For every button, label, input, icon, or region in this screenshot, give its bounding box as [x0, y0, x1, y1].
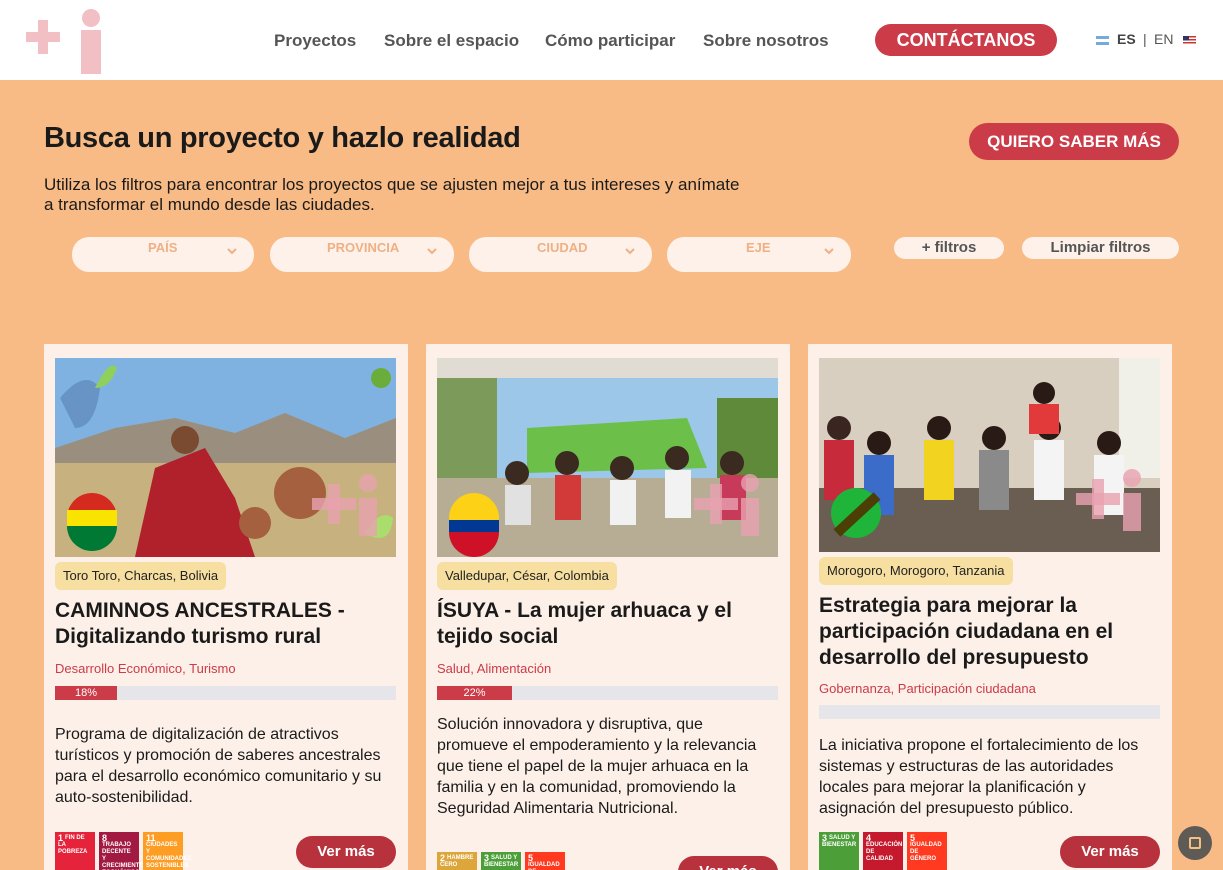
- project-tags: Salud, Alimentación: [437, 661, 552, 676]
- hero-description: Utiliza los filtros para encontrar los p…: [44, 175, 740, 214]
- ods-11-icon: 11 CIUDADES Y COMUNIDADES SOSTENIBLES: [143, 832, 191, 870]
- location-chip: Valledupar, César, Colombia: [437, 562, 617, 590]
- argentina-flag-icon[interactable]: [1096, 36, 1109, 45]
- chat-widget-button[interactable]: [1178, 826, 1212, 860]
- filter-ciudad[interactable]: CIUDAD: [469, 237, 652, 272]
- see-more-button[interactable]: Ver más: [296, 836, 396, 868]
- project-description: La iniciativa propone el fortalecimiento…: [819, 737, 1139, 817]
- ods-1-icon: 1 FIN DE LA POBREZA: [55, 832, 95, 870]
- ods-4-icon: 4 EDUCACIÓN DE CALIDAD: [863, 832, 903, 870]
- funding-progress-fill: 22%: [437, 686, 512, 700]
- nav-como-participar[interactable]: Cómo participar: [545, 31, 675, 51]
- see-more-button[interactable]: Ver más: [678, 856, 778, 870]
- project-tags: Desarrollo Económico, Turismo: [55, 661, 236, 676]
- project-tags: Gobernanza, Participación ciudadana: [819, 681, 1036, 696]
- plus-i-logo[interactable]: [26, 8, 104, 74]
- see-more-button[interactable]: Ver más: [1060, 836, 1160, 868]
- funding-progress: [819, 705, 1160, 719]
- location-chip: Toro Toro, Charcas, Bolivia: [55, 562, 227, 590]
- page-title: Busca un proyecto y hazlo realidad: [44, 122, 521, 154]
- project-description: Programa de digitalización de atractivos…: [55, 726, 382, 806]
- chevron-down-icon: [625, 248, 635, 255]
- filter-ciudad-label: CIUDAD: [537, 240, 588, 255]
- funding-progress-fill: 18%: [55, 686, 117, 700]
- project-card[interactable]: Toro Toro, Charcas, Bolivia CAMINNOS ANC…: [44, 344, 408, 870]
- learn-more-button[interactable]: QUIERO SABER MÁS: [969, 123, 1179, 160]
- project-description: Solución innovadora y disruptiva, que pr…: [437, 716, 757, 817]
- project-title[interactable]: CAMINNOS ANCESTRALES - Digitalizando tur…: [55, 598, 400, 650]
- ods-8-icon: 8TRABAJO DECENTE Y CRECIMIENTO ECONÓMICO: [99, 832, 144, 870]
- chevron-down-icon: [824, 248, 834, 255]
- filter-provincia[interactable]: PROVINCIA: [270, 237, 454, 272]
- nav-sobre-el-espacio[interactable]: Sobre el espacio: [384, 31, 519, 51]
- filter-provincia-label: PROVINCIA: [327, 240, 400, 255]
- contact-button[interactable]: CONTÁCTANOS: [875, 24, 1057, 56]
- lang-en[interactable]: EN: [1154, 31, 1173, 47]
- location-chip: Morogoro, Morogoro, Tanzania: [819, 557, 1013, 585]
- project-title[interactable]: ÍSUYA - La mujer arhuaca y el tejido soc…: [437, 598, 782, 650]
- filter-pais[interactable]: PAÍS: [72, 237, 254, 272]
- project-title[interactable]: Estrategia para mejorar la participación…: [819, 593, 1164, 671]
- project-card[interactable]: Morogoro, Morogoro, Tanzania Estrategia …: [808, 344, 1172, 870]
- project-image[interactable]: [55, 358, 396, 557]
- ods-3-icon: 3 SALUD Y BIENESTAR: [819, 832, 859, 870]
- nav-sobre-nosotros[interactable]: Sobre nosotros: [703, 31, 829, 51]
- project-card[interactable]: Valledupar, César, Colombia ÍSUYA - La m…: [426, 344, 790, 870]
- ods-2-icon: 2 HAMBRE CERO: [437, 852, 477, 870]
- chat-icon: [1189, 837, 1201, 849]
- project-image[interactable]: [819, 358, 1160, 552]
- lang-es[interactable]: ES: [1117, 31, 1136, 47]
- usa-flag-icon[interactable]: [1183, 36, 1196, 45]
- funding-progress: 22%: [437, 686, 778, 700]
- project-image[interactable]: [437, 358, 778, 557]
- chevron-down-icon: [427, 248, 437, 255]
- funding-progress: 18%: [55, 686, 396, 700]
- filter-eje-label: EJE: [746, 240, 771, 255]
- ods-5-icon: 5IGUALDAD DE GÉNERO: [525, 852, 565, 870]
- chevron-down-icon: [227, 248, 237, 255]
- ods-5-icon: 5IGUALDAD DE GÉNERO: [907, 832, 947, 870]
- lang-separator: |: [1143, 31, 1147, 47]
- filter-pais-label: PAÍS: [148, 240, 178, 255]
- clear-filters-button[interactable]: Limpiar filtros: [1022, 237, 1179, 259]
- site-header: Proyectos Sobre el espacio Cómo particip…: [0, 0, 1223, 80]
- more-filters-button[interactable]: + filtros: [894, 237, 1004, 259]
- ods-3-icon: 3 SALUD Y BIENESTAR: [481, 852, 521, 870]
- nav-proyectos[interactable]: Proyectos: [274, 31, 356, 51]
- filter-eje[interactable]: EJE: [667, 237, 851, 272]
